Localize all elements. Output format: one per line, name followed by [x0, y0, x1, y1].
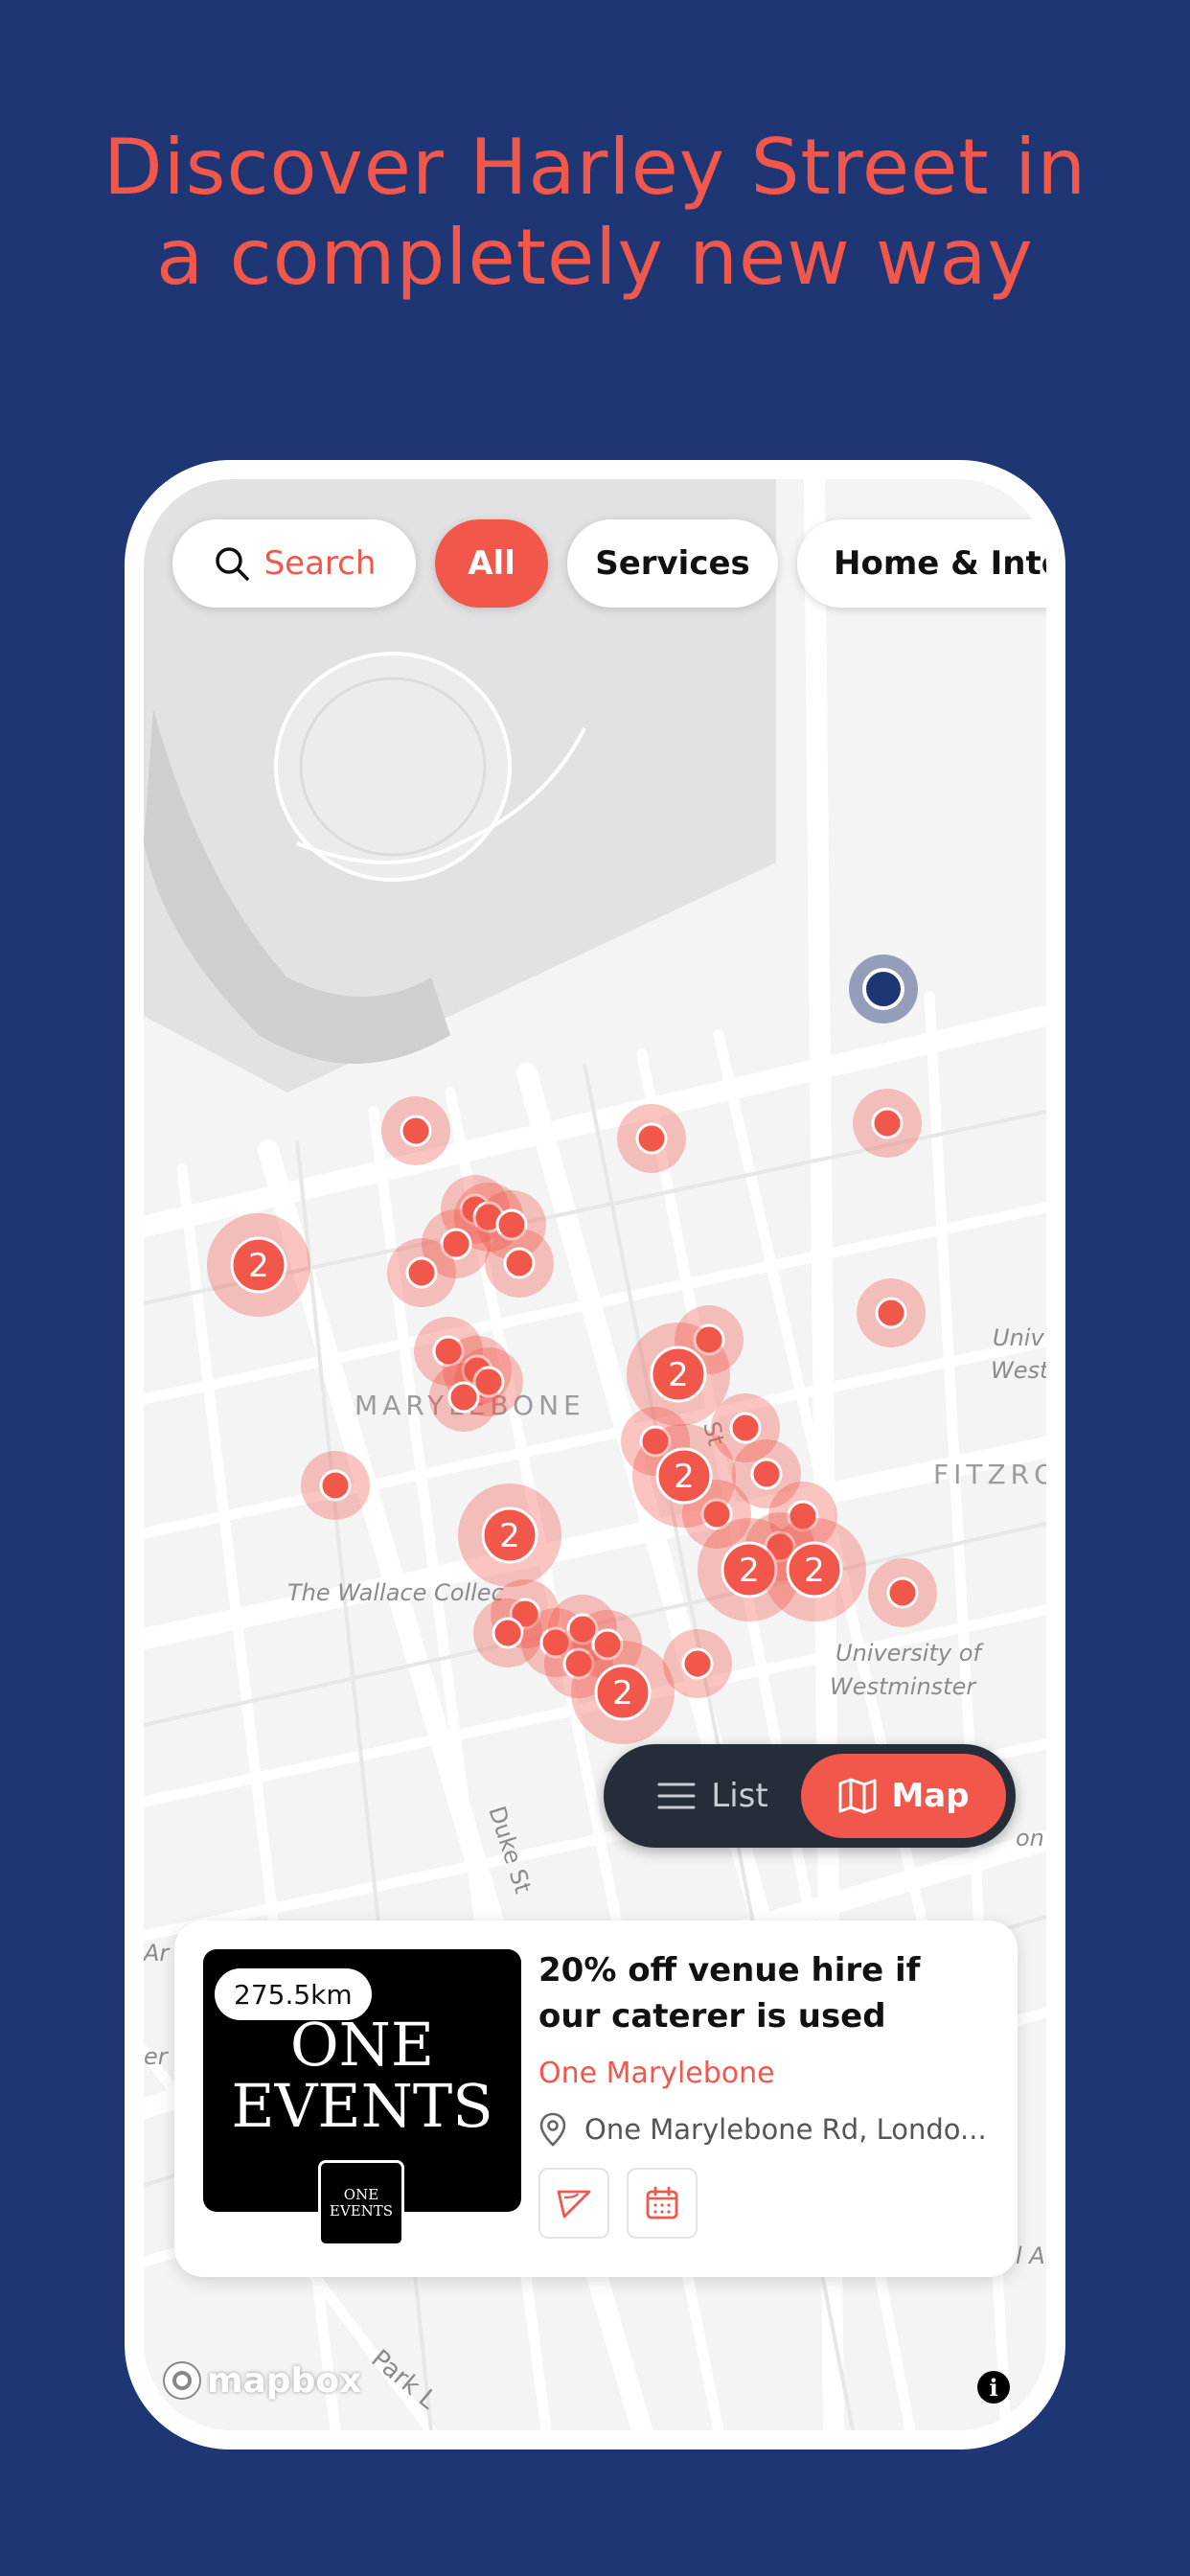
mapbox-attribution[interactable]: mapbox [161, 2359, 361, 2402]
map-view-button[interactable]: Map [801, 1754, 1006, 1838]
filter-chip-all[interactable]: All [435, 519, 548, 608]
cluster-count: 2 [612, 1674, 633, 1713]
filter-chip-services[interactable]: Services [567, 519, 778, 608]
cluster-count: 2 [499, 1517, 520, 1555]
map-label-er: er [144, 2043, 170, 2070]
venue-marker[interactable] [319, 1469, 352, 1502]
search-label: Search [263, 544, 377, 583]
map-label-ar: Ar [144, 1940, 171, 1966]
map-label-west-edge: West [991, 1357, 1046, 1384]
mapbox-logo-icon [163, 2361, 201, 2400]
book-button[interactable] [627, 2168, 698, 2239]
venue-thumbnail: 275.5km ONE EVENTS ONE EVENTS [203, 1949, 521, 2246]
venue-marker[interactable] [503, 1247, 536, 1279]
venue-marker[interactable] [871, 1107, 904, 1139]
cluster-count: 2 [739, 1552, 760, 1590]
venue-marker[interactable] [729, 1412, 762, 1444]
search-chip[interactable]: Search [172, 519, 416, 608]
venue-marker[interactable] [886, 1576, 919, 1609]
venue-marker[interactable] [405, 1256, 438, 1289]
cluster-count: 2 [674, 1458, 695, 1496]
headline-line-2: a completely new way [156, 213, 1034, 302]
location-pin-icon [539, 2112, 566, 2147]
user-location-marker [849, 954, 918, 1024]
venue-marker[interactable] [750, 1458, 783, 1490]
list-label: List [711, 1777, 768, 1815]
venue-marker[interactable] [875, 1297, 907, 1329]
map-icon [838, 1778, 877, 1814]
map-label-univ-edge: Univ [993, 1324, 1044, 1351]
one-events-mini-logo: ONE EVENTS [318, 2160, 404, 2246]
venue-marker[interactable] [635, 1122, 668, 1155]
offer-card[interactable]: 275.5km ONE EVENTS ONE EVENTS 20% off ve… [174, 1920, 1018, 2277]
list-view-button[interactable]: List [625, 1754, 801, 1838]
map-label-westminster: Westminster [830, 1673, 977, 1700]
headline: Discover Harley Street in a completely n… [0, 123, 1190, 303]
cluster-count: 2 [668, 1356, 689, 1394]
headline-line-1: Discover Harley Street in [103, 123, 1087, 212]
filter-chip-row: Search All Services Home & Inter [172, 519, 1046, 611]
venue-address: One Marylebone Rd, Londo... [538, 2112, 987, 2147]
map-info-button[interactable]: i [977, 2371, 1010, 2404]
deal-tag-icon [557, 2190, 591, 2219]
list-icon [657, 1782, 696, 1809]
map-label-la: l A [1016, 2242, 1045, 2269]
venue-marker[interactable] [400, 1115, 432, 1147]
view-toggle: List Map [604, 1744, 1016, 1848]
address-text: One Marylebone Rd, Londo... [584, 2113, 987, 2146]
map-label: Map [891, 1777, 970, 1815]
map-label-wallace-collection: The Wallace Collec [287, 1579, 504, 1606]
cluster-count: 2 [804, 1552, 825, 1590]
venue-marker[interactable] [492, 1617, 524, 1649]
map-label-fitzrovia: FITZRO [933, 1459, 1046, 1490]
search-icon [215, 547, 249, 581]
map-label-on: on [1016, 1825, 1044, 1852]
deal-button[interactable] [538, 2168, 609, 2239]
app-screen: MARYLEBONE FITZRO The Wallace Collec Uni… [144, 479, 1046, 2430]
filter-chip-home-interiors[interactable]: Home & Inter [797, 519, 1046, 608]
calendar-icon [646, 2186, 678, 2220]
cluster-count: 2 [248, 1247, 269, 1285]
offer-title: 20% off venue hire if our caterer is use… [538, 1951, 921, 2036]
map-label-university: University of [835, 1640, 984, 1667]
venue-marker[interactable] [447, 1381, 480, 1414]
one-events-logo: ONE EVENTS [231, 2010, 493, 2141]
phone-frame: MARYLEBONE FITZRO The Wallace Collec Uni… [125, 460, 1065, 2450]
venue-name[interactable]: One Marylebone [538, 2057, 775, 2090]
mapbox-label: mapbox [207, 2360, 362, 2401]
venue-marker[interactable] [681, 1647, 714, 1680]
